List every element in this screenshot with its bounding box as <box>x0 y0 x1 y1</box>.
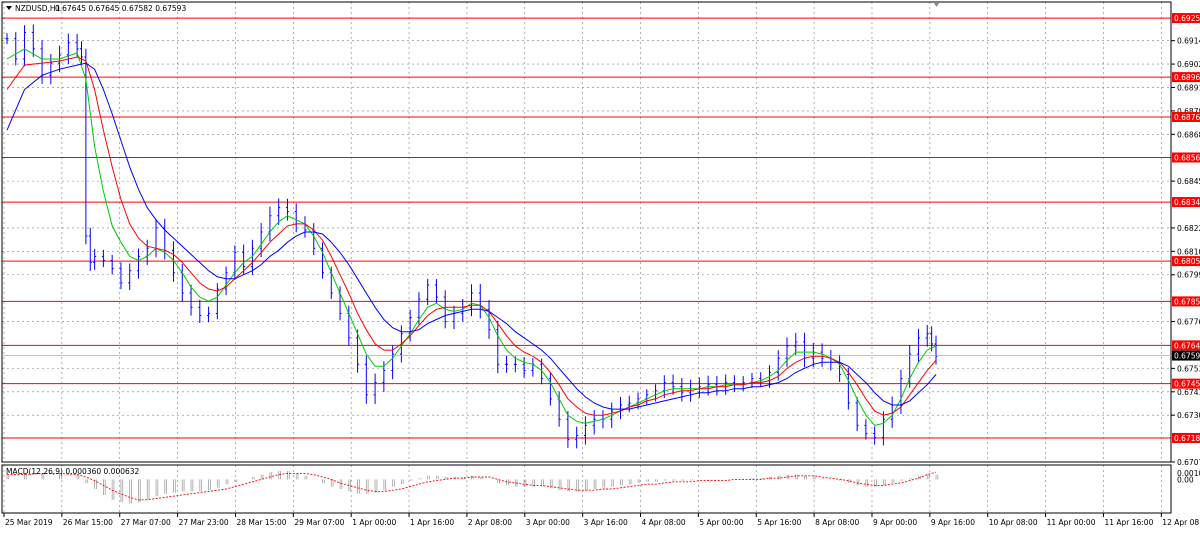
level-price-label: 0.68347 <box>1174 198 1200 207</box>
level-price-label: 0.68057 <box>1174 257 1200 266</box>
x-tick-label: 12 Apr 08:00 <box>1162 518 1200 527</box>
x-tick-label: 5 Apr 00:00 <box>699 518 743 527</box>
y-tick-label: 0.69140 <box>1177 37 1200 46</box>
symbol-label: NZDUSD,H1 <box>15 4 61 13</box>
y-tick-label: 0.67415 <box>1177 388 1200 397</box>
x-tick-label: 3 Apr 16:00 <box>584 518 628 527</box>
x-tick-label: 9 Apr 00:00 <box>873 518 917 527</box>
y-tick-label: 0.67070 <box>1177 458 1200 467</box>
x-tick-label: 27 Mar 23:00 <box>179 518 229 527</box>
chart-header: NZDUSD,H1 0.67645 0.67645 0.67582 0.6759… <box>6 4 186 13</box>
y-tick-label: 0.68220 <box>1177 224 1200 233</box>
level-price-label: 0.67643 <box>1174 341 1200 350</box>
x-tick-label: 8 Apr 08:00 <box>815 518 859 527</box>
x-tick-label: 10 Apr 08:00 <box>989 518 1038 527</box>
x-tick-label: 11 Apr 00:00 <box>1047 518 1096 527</box>
ohlc-values: 0.67645 0.67645 0.67582 0.67593 <box>55 4 186 13</box>
price-chart[interactable]: MACD(12,26,9) 0.000360 0.000632 0.69140 0… <box>0 0 1200 531</box>
current-price-label: 0.67593 <box>1174 352 1200 361</box>
x-tick-label: 29 Mar 07:00 <box>294 518 344 527</box>
x-tick-label: 9 Apr 16:00 <box>931 518 975 527</box>
level-price-label: 0.67455 <box>1174 380 1200 389</box>
x-tick-label: 2 Apr 08:00 <box>468 518 512 527</box>
y-tick-label: 0.68450 <box>1177 177 1200 186</box>
y-tick-label: 0.68105 <box>1177 247 1200 256</box>
x-tick-label: 5 Apr 16:00 <box>757 518 801 527</box>
level-price-label: 0.68961 <box>1174 73 1200 82</box>
level-price-label: 0.68566 <box>1174 154 1200 163</box>
level-price-label: 0.67859 <box>1174 297 1200 306</box>
level-price-label: 0.67188 <box>1174 434 1200 443</box>
y-tick-label: 0.67760 <box>1177 318 1200 327</box>
x-tick-label: 4 Apr 08:00 <box>642 518 686 527</box>
chart-background <box>0 0 1200 531</box>
x-tick-label: 1 Apr 00:00 <box>352 518 396 527</box>
y-tick-label: 0.67530 <box>1177 364 1200 373</box>
x-tick-label: 25 Mar 2019 <box>5 518 53 527</box>
y-tick-label: 0.69025 <box>1177 60 1200 69</box>
x-tick-label: 11 Apr 16:00 <box>1104 518 1153 527</box>
level-price-label: 0.69251 <box>1174 14 1200 23</box>
y-tick-label: 0.68910 <box>1177 83 1200 92</box>
macd-y-tick-label: 0.00 <box>1177 475 1194 484</box>
y-tick-label: 0.67990 <box>1177 271 1200 280</box>
y-tick-label: 0.67300 <box>1177 411 1200 420</box>
x-tick-label: 27 Mar 07:00 <box>121 518 171 527</box>
x-tick-label: 26 Mar 15:00 <box>63 518 113 527</box>
x-tick-label: 28 Mar 15:00 <box>236 518 286 527</box>
y-tick-label: 0.68680 <box>1177 130 1200 139</box>
x-tick-label: 1 Apr 16:00 <box>410 518 454 527</box>
macd-label: MACD(12,26,9) 0.000360 0.000632 <box>6 467 140 476</box>
level-price-label: 0.68765 <box>1174 113 1200 122</box>
chart-window: MACD(12,26,9) 0.000360 0.000632 0.69140 0… <box>0 0 1200 531</box>
x-tick-label: 3 Apr 00:00 <box>526 518 570 527</box>
